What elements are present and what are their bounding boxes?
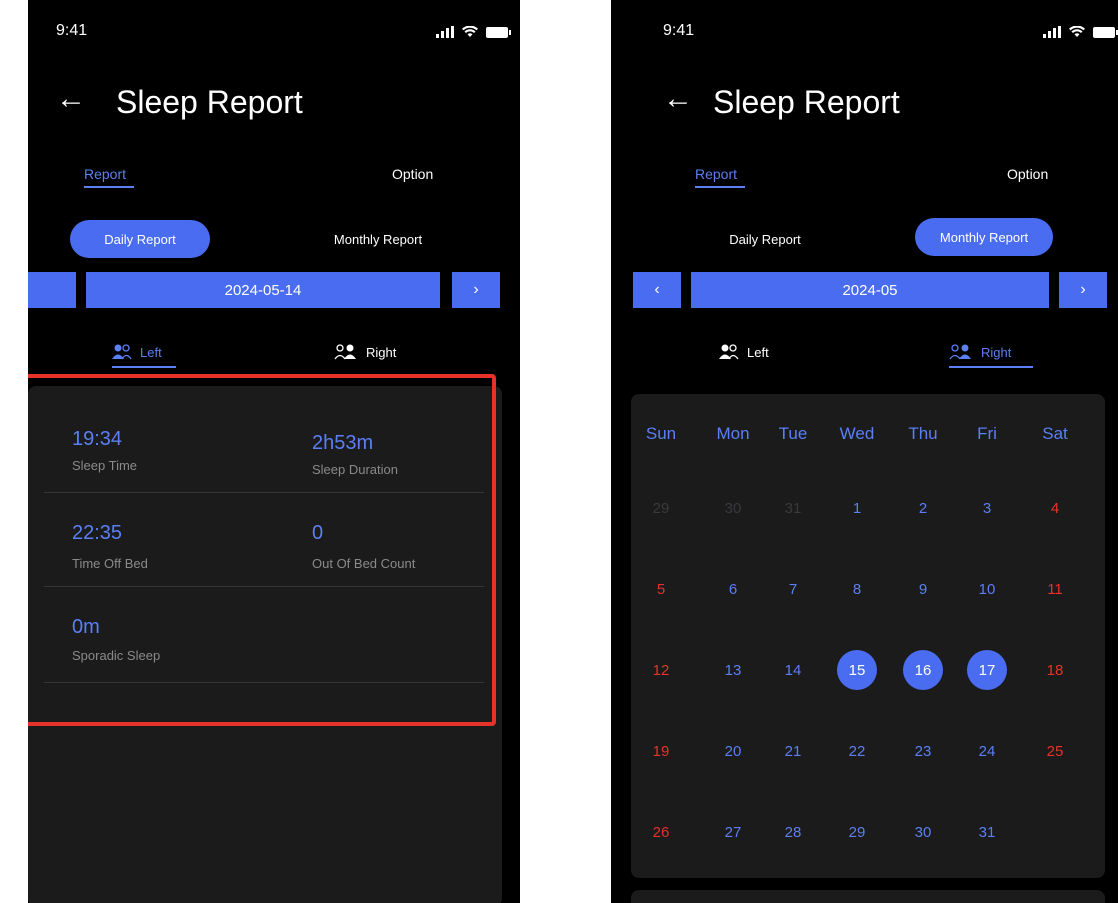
side-right-tab[interactable]: Right — [334, 344, 396, 360]
side-left-underline — [112, 366, 176, 368]
tab-report-underline — [84, 186, 134, 188]
status-icons — [436, 26, 511, 38]
daily-report-button[interactable]: Daily Report — [695, 220, 835, 258]
date-display[interactable]: 2024-05-14 — [86, 272, 440, 308]
calendar-day[interactable]: 4 — [1035, 488, 1075, 528]
calendar-day[interactable]: 31 — [773, 488, 813, 528]
signal-icon — [1043, 26, 1061, 38]
calendar-day[interactable]: 21 — [773, 731, 813, 771]
side-left-tab[interactable]: Left — [719, 344, 769, 360]
month-display[interactable]: 2024-05 — [691, 272, 1049, 308]
wifi-icon — [1069, 26, 1085, 37]
calendar-day[interactable]: 16 — [903, 650, 943, 690]
calendar-day[interactable]: 6 — [713, 569, 753, 609]
calendar-day[interactable]: 24 — [967, 731, 1007, 771]
monthly-report-button[interactable]: Monthly Report — [915, 218, 1053, 256]
wifi-icon — [462, 26, 478, 37]
person-right-icon — [334, 344, 356, 360]
status-icons — [1043, 26, 1118, 38]
tab-report-underline — [695, 186, 745, 188]
calendar-day[interactable]: 26 — [641, 812, 681, 852]
tab-option[interactable]: Option — [392, 166, 433, 182]
back-arrow-icon[interactable]: ← — [663, 84, 693, 114]
calendar-day[interactable]: 25 — [1035, 731, 1075, 771]
previous-date-button[interactable] — [28, 272, 76, 308]
calendar-day[interactable]: 19 — [641, 731, 681, 771]
weekday-sat: Sat — [1042, 424, 1068, 443]
calendar-day[interactable]: 17 — [967, 650, 1007, 690]
calendar-day[interactable]: 10 — [967, 569, 1007, 609]
calendar-card — [631, 394, 1105, 878]
calendar-day[interactable]: 29 — [837, 812, 877, 852]
previous-month-button[interactable]: ‹ — [633, 272, 681, 308]
side-left-label: Left — [747, 344, 769, 360]
person-right-icon — [949, 344, 971, 360]
page-title: Sleep Report — [116, 84, 303, 120]
page-title: Sleep Report — [713, 84, 900, 120]
next-card — [631, 890, 1105, 903]
monthly-report-button[interactable]: Monthly Report — [298, 220, 458, 258]
calendar-day[interactable]: 9 — [903, 569, 943, 609]
calendar-day[interactable]: 30 — [713, 488, 753, 528]
calendar-day[interactable]: 13 — [713, 650, 753, 690]
status-time: 9:41 — [56, 22, 88, 39]
battery-icon — [486, 27, 511, 38]
person-left-icon — [112, 344, 132, 360]
calendar-day[interactable]: 7 — [773, 569, 813, 609]
weekday-sun: Sun — [645, 424, 677, 443]
weekday-fri: Fri — [977, 424, 997, 443]
signal-icon — [436, 26, 454, 38]
calendar-day[interactable]: 8 — [837, 569, 877, 609]
calendar-day[interactable]: 12 — [641, 650, 681, 690]
next-month-button[interactable]: › — [1059, 272, 1107, 308]
calendar-day[interactable]: 30 — [903, 812, 943, 852]
weekday-tue: Tue — [778, 424, 808, 443]
calendar-day[interactable]: 11 — [1035, 569, 1075, 609]
side-left-label: Left — [140, 344, 162, 360]
weekday-wed: Wed — [839, 424, 875, 443]
calendar-day[interactable]: 28 — [773, 812, 813, 852]
side-right-tab[interactable]: Right — [949, 344, 1011, 360]
calendar-day[interactable]: 1 — [837, 488, 877, 528]
calendar-day[interactable]: 22 — [837, 731, 877, 771]
right-phone-screen: 9:41 ← Sleep Report Report Option Daily … — [611, 0, 1118, 903]
side-right-label: Right — [366, 344, 397, 360]
side-right-underline — [949, 366, 1033, 368]
calendar-day[interactable]: 27 — [713, 812, 753, 852]
battery-icon — [1093, 27, 1118, 38]
calendar-day[interactable]: 15 — [837, 650, 877, 690]
person-left-icon — [719, 344, 739, 360]
calendar-day[interactable]: 20 — [713, 731, 753, 771]
weekday-thu: Thu — [908, 424, 938, 443]
calendar-day[interactable]: 23 — [903, 731, 943, 771]
back-arrow-icon[interactable]: ← — [56, 84, 86, 114]
highlight-annotation-box — [28, 374, 496, 726]
tab-report[interactable]: Report — [84, 166, 126, 182]
next-date-button[interactable]: › — [452, 272, 500, 308]
calendar-day[interactable]: 2 — [903, 488, 943, 528]
side-right-label: Right — [981, 344, 1012, 360]
weekday-mon: Mon — [716, 424, 750, 443]
daily-report-button[interactable]: Daily Report — [70, 220, 210, 258]
calendar-day[interactable]: 3 — [967, 488, 1007, 528]
tab-option[interactable]: Option — [1007, 166, 1048, 182]
calendar-day[interactable]: 31 — [967, 812, 1007, 852]
calendar-day[interactable]: 18 — [1035, 650, 1075, 690]
calendar-day[interactable]: 29 — [641, 488, 681, 528]
side-left-tab[interactable]: Left — [112, 344, 162, 360]
calendar-day[interactable]: 14 — [773, 650, 813, 690]
calendar-day[interactable]: 5 — [641, 569, 681, 609]
left-phone-screen: 9:41 ← Sleep Report Report Option Daily … — [28, 0, 520, 903]
status-time: 9:41 — [663, 22, 695, 39]
tab-report[interactable]: Report — [695, 166, 737, 182]
